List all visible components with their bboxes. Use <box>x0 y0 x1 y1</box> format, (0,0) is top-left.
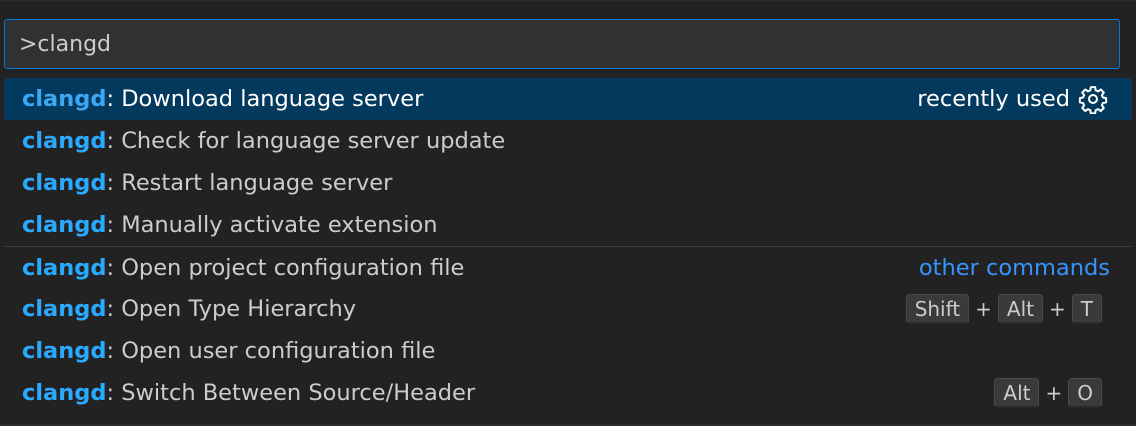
key-separator: + <box>1049 297 1066 321</box>
command-text: : Switch Between Source/Header <box>106 380 476 406</box>
command-text: : Manually activate extension <box>106 212 438 238</box>
key-alt: Alt <box>997 294 1044 324</box>
key-t: T <box>1071 294 1102 324</box>
command-label: clangd: Open user configuration file <box>22 330 435 372</box>
command-match-highlight: clangd <box>22 170 107 196</box>
command-item-restart-server[interactable]: clangd: Restart language server <box>4 162 1132 204</box>
command-list: clangd: Download language server recentl… <box>4 78 1132 414</box>
command-text: : Restart language server <box>106 170 393 196</box>
command-label: clangd: Download language server <box>22 78 423 120</box>
keybinding: Shift + Alt + T <box>905 288 1102 330</box>
command-item-check-update[interactable]: clangd: Check for language server update <box>4 120 1132 162</box>
command-match-highlight: clangd <box>22 86 107 112</box>
command-item-open-user-config[interactable]: clangd: Open user configuration file <box>4 330 1132 372</box>
command-item-download-language-server[interactable]: clangd: Download language server recentl… <box>4 78 1132 120</box>
command-match-highlight: clangd <box>22 380 107 406</box>
command-item-meta: recently used <box>917 78 1108 120</box>
command-text: : Open Type Hierarchy <box>106 296 357 322</box>
command-item-switch-source-header[interactable]: clangd: Switch Between Source/Header Alt… <box>4 372 1132 414</box>
key-separator: + <box>1045 381 1063 405</box>
command-match-highlight: clangd <box>22 296 107 322</box>
command-label: clangd: Manually activate extension <box>22 204 438 246</box>
command-label: clangd: Open Type Hierarchy <box>22 288 356 330</box>
command-palette: clangd: Download language server recentl… <box>0 0 1136 426</box>
gear-icon[interactable] <box>1078 84 1108 115</box>
key-o: O <box>1068 378 1102 408</box>
command-label: clangd: Restart language server <box>22 162 392 204</box>
command-item-open-project-config[interactable]: clangd: Open project configuration file … <box>4 246 1132 288</box>
command-label: clangd: Check for language server update <box>22 120 505 162</box>
recently-used-label: recently used <box>917 86 1070 112</box>
command-match-highlight: clangd <box>22 338 107 364</box>
command-item-open-type-hierarchy[interactable]: clangd: Open Type Hierarchy Shift + Alt … <box>4 288 1132 330</box>
keybinding: Alt + O <box>994 372 1102 414</box>
command-label: clangd: Switch Between Source/Header <box>22 372 475 414</box>
command-item-meta: other commands <box>919 247 1110 289</box>
command-input-box[interactable] <box>4 19 1120 69</box>
command-match-highlight: clangd <box>22 255 107 281</box>
command-text: : Open project configuration file <box>106 255 465 281</box>
command-text: : Download language server <box>106 86 424 112</box>
command-label: clangd: Open project configuration file <box>22 247 464 289</box>
key-shift: Shift <box>905 294 970 324</box>
command-item-manually-activate[interactable]: clangd: Manually activate extension <box>4 204 1132 246</box>
key-separator: + <box>975 297 992 321</box>
command-input[interactable] <box>5 20 1119 68</box>
command-text: : Check for language server update <box>106 128 506 154</box>
command-match-highlight: clangd <box>22 212 107 238</box>
key-alt: Alt <box>994 378 1040 408</box>
command-match-highlight: clangd <box>22 128 107 154</box>
command-text: : Open user configuration file <box>106 338 436 364</box>
other-commands-group-label: other commands <box>918 255 1110 281</box>
